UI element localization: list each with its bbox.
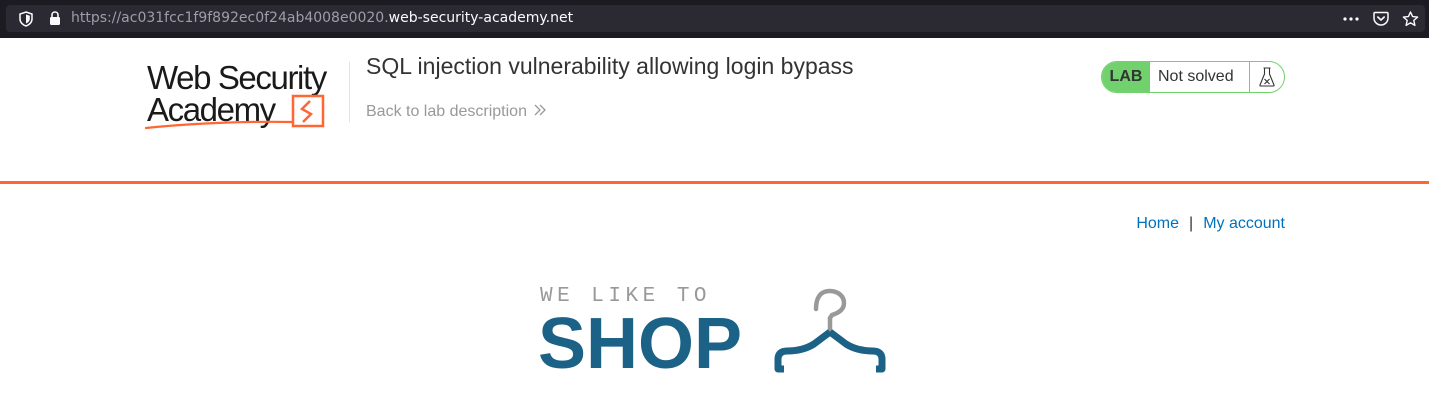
- logo-divider: [349, 62, 350, 122]
- nav-separator: |: [1189, 215, 1194, 232]
- lab-header: Web Security Academy SQL injection vulne…: [0, 38, 1429, 181]
- lab-status-widget: LAB Not solved: [1101, 61, 1285, 93]
- header-divider: [0, 181, 1429, 184]
- address-bar[interactable]: https://ac031fcc1f9f892ec0f24ab4008e0020…: [6, 5, 1425, 32]
- browser-toolbar: https://ac031fcc1f9f892ec0f24ab4008e0020…: [0, 0, 1429, 38]
- url-domain: web-security-academy.net: [388, 10, 574, 26]
- double-chevron-right-icon: [533, 103, 547, 121]
- lab-badge: LAB: [1102, 62, 1150, 92]
- logo-lightning-icon: [291, 94, 325, 128]
- url-text[interactable]: https://ac031fcc1f9f892ec0f24ab4008e0020…: [71, 5, 573, 32]
- nav-my-account-link[interactable]: My account: [1203, 215, 1285, 233]
- shop-logo-text: SHOP: [538, 304, 743, 384]
- nav-home-link[interactable]: Home: [1136, 215, 1179, 233]
- lab-title: SQL injection vulnerability allowing log…: [366, 53, 854, 79]
- back-to-lab-description-link[interactable]: Back to lab description: [366, 103, 547, 121]
- lab-status-text: Not solved: [1158, 68, 1234, 85]
- lock-icon[interactable]: [46, 5, 64, 32]
- flask-icon: [1249, 62, 1284, 92]
- url-prefix: https://ac031fcc1f9f892ec0f24ab4008e0020…: [71, 10, 389, 26]
- pocket-icon[interactable]: [1370, 5, 1392, 32]
- back-link-label: Back to lab description: [366, 103, 527, 120]
- star-icon[interactable]: [1399, 5, 1421, 32]
- more-icon[interactable]: [1341, 5, 1361, 32]
- shield-icon[interactable]: [16, 5, 36, 32]
- web-security-academy-logo[interactable]: Web Security Academy: [144, 58, 349, 132]
- top-nav: Home | My account: [1136, 215, 1285, 233]
- hanger-icon: [774, 288, 886, 373]
